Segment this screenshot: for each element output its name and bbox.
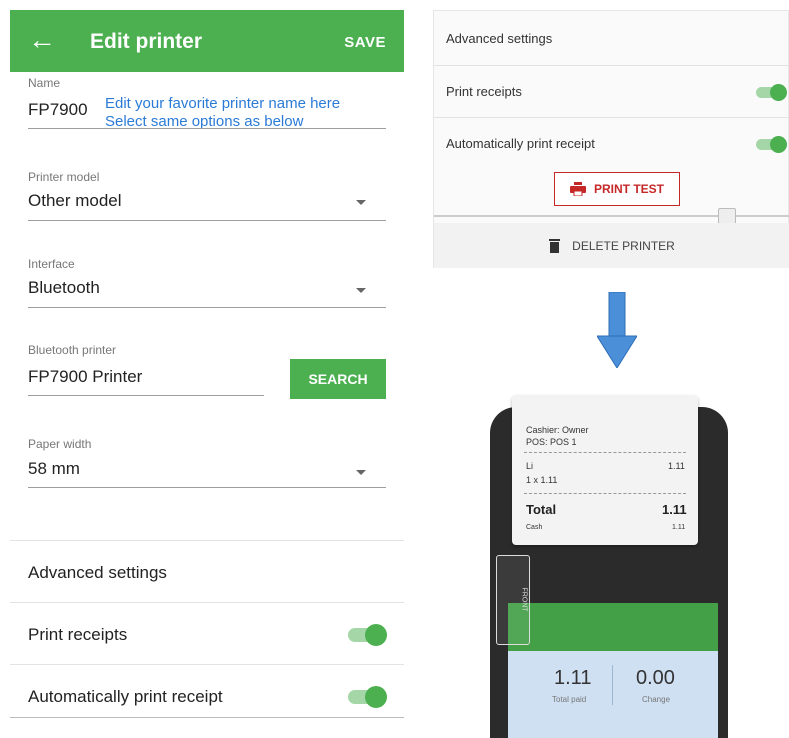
edit-printer-screen: ← Edit printer SAVE Name FP7900 Edit you… [10, 10, 404, 720]
printer-model-select[interactable]: Other model [28, 191, 122, 211]
app-bar: ← Edit printer SAVE [10, 10, 404, 72]
receipt-total-value: 1.11 [662, 502, 687, 517]
print-receipts-toggle[interactable] [756, 84, 787, 101]
receipt-cash-value: 1.11 [672, 524, 686, 531]
auto-print-row[interactable]: Automatically print receipt [10, 664, 404, 718]
device-screen: 1.11 Total paid 0.00 Change [508, 603, 718, 738]
print-receipts-label: Print receipts [28, 625, 128, 644]
change-value: 0.00 [636, 667, 675, 689]
advanced-settings-header: Advanced settings [10, 540, 404, 603]
chevron-down-icon[interactable] [356, 470, 366, 475]
bt-underline [28, 395, 264, 396]
receipt-cashier: Cashier: Owner [526, 425, 589, 435]
print-receipts-row[interactable]: Print receipts [434, 65, 789, 118]
printer-model-label: Printer model [28, 170, 100, 184]
receipt-item-price: 1.11 [668, 461, 685, 471]
scroll-handle[interactable] [718, 208, 736, 224]
arrow-down-icon [597, 292, 637, 368]
chevron-down-icon[interactable] [356, 200, 366, 205]
printer-icon [569, 182, 586, 196]
print-test-label: PRINT TEST [593, 182, 664, 196]
receipt-item: Li [526, 461, 534, 471]
receipt-cash-label: Cash [526, 524, 543, 531]
delete-printer-label: DELETE PRINTER [572, 238, 675, 253]
page-title: Edit printer [90, 30, 203, 53]
bluetooth-printer-label: Bluetooth printer [28, 343, 117, 357]
paper-width-label: Paper width [28, 437, 92, 451]
screen-status-bar [508, 603, 718, 651]
screen-divider [612, 665, 613, 705]
clip-label: FRONT [520, 587, 528, 612]
chevron-down-icon[interactable] [356, 288, 366, 293]
interface-label: Interface [28, 257, 75, 271]
change-label: Change [642, 695, 671, 704]
total-paid-label: Total paid [552, 695, 587, 704]
screen-body: 1.11 Total paid 0.00 Change [508, 651, 718, 738]
trash-icon [549, 238, 561, 253]
receipt-divider [524, 452, 686, 453]
print-receipts-toggle[interactable] [348, 624, 387, 646]
auto-print-label: Automatically print receipt [446, 136, 595, 151]
printed-receipt: Cashier: Owner POS: POS 1 Li 1.11 1 x 1.… [512, 395, 698, 545]
advanced-settings-panel: Advanced settings Print receipts Automat… [433, 10, 789, 268]
total-paid-value: 1.11 [554, 667, 592, 689]
interface-select[interactable]: Bluetooth [28, 278, 100, 298]
receipt-qty: 1 x 1.11 [526, 475, 558, 485]
back-arrow-icon[interactable]: ← [28, 26, 56, 54]
bluetooth-printer-input[interactable]: FP7900 Printer [28, 367, 142, 387]
search-button[interactable]: SEARCH [290, 359, 386, 399]
print-test-button[interactable]: PRINT TEST [554, 172, 680, 206]
receipt-divider [524, 493, 686, 494]
name-underline [28, 128, 386, 129]
receipt-total-label: Total [526, 502, 557, 517]
auto-print-label: Automatically print receipt [28, 687, 223, 706]
paper-underline [28, 487, 386, 488]
pos-printer-device: Cashier: Owner POS: POS 1 Li 1.11 1 x 1.… [484, 395, 734, 738]
delete-printer-button[interactable]: DELETE PRINTER [434, 223, 789, 268]
name-input[interactable]: FP7900 [28, 100, 88, 120]
auto-print-row[interactable]: Automatically print receipt [434, 117, 789, 170]
paper-width-select[interactable]: 58 mm [28, 459, 80, 479]
hint-line-1: Edit your favorite printer name here [105, 95, 341, 112]
auto-print-toggle[interactable] [348, 686, 387, 708]
advanced-settings-label: Advanced settings [28, 563, 167, 582]
receipt-pos: POS: POS 1 [526, 437, 577, 447]
front-clip: FRONT [496, 555, 530, 645]
save-button[interactable]: SAVE [344, 34, 386, 51]
interface-underline [28, 307, 386, 308]
model-underline [28, 220, 386, 221]
print-receipts-row[interactable]: Print receipts [10, 602, 404, 665]
name-label: Name [28, 76, 61, 90]
auto-print-toggle[interactable] [756, 136, 787, 153]
advanced-settings-label: Advanced settings [446, 31, 553, 46]
print-receipts-label: Print receipts [446, 84, 522, 99]
